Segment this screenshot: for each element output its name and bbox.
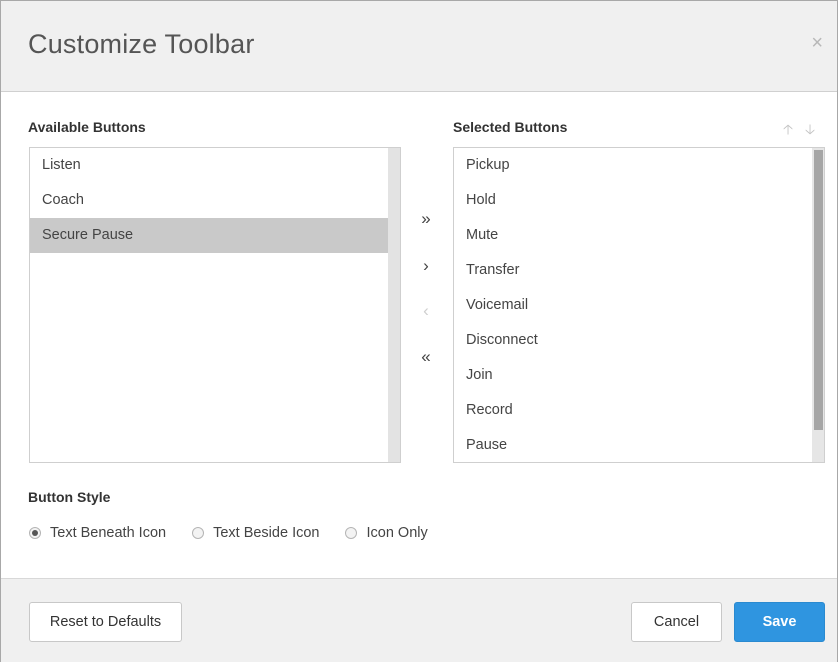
chevron-left-icon[interactable]: ‹ bbox=[415, 301, 437, 321]
list-item-disconnect[interactable]: Disconnect bbox=[454, 323, 824, 358]
cancel-button[interactable]: Cancel bbox=[631, 602, 722, 642]
close-icon[interactable]: × bbox=[811, 33, 823, 53]
available-buttons-label: Available Buttons bbox=[28, 119, 146, 135]
available-buttons-list[interactable]: Listen Coach Secure Pause bbox=[29, 147, 401, 463]
dialog-footer: Reset to Defaults Cancel Save bbox=[1, 578, 837, 662]
double-chevron-right-icon[interactable]: » bbox=[415, 209, 437, 229]
customize-toolbar-dialog: Customize Toolbar × Available Buttons Li… bbox=[0, 0, 838, 662]
list-item-record[interactable]: Record bbox=[454, 393, 824, 428]
list-item-secure-pause[interactable]: Secure Pause bbox=[30, 218, 400, 253]
selected-buttons-list[interactable]: Pickup Hold Mute Transfer Voicemail Disc… bbox=[453, 147, 825, 463]
list-item-coach[interactable]: Coach bbox=[30, 183, 400, 218]
radio-label: Text Beneath Icon bbox=[50, 525, 167, 541]
arrow-down-icon[interactable]: 🡣 bbox=[805, 119, 815, 143]
selected-scroll-thumb[interactable] bbox=[814, 150, 823, 430]
selected-scrollbar[interactable] bbox=[812, 148, 824, 462]
dialog-header: Customize Toolbar × bbox=[1, 1, 837, 92]
dialog-title: Customize Toolbar bbox=[28, 29, 255, 59]
radio-icon-only[interactable]: Icon Only bbox=[345, 525, 428, 541]
list-item-pause[interactable]: Pause bbox=[454, 428, 824, 462]
button-style-options: Text Beneath Icon Text Beside Icon Icon … bbox=[29, 525, 454, 541]
list-item-listen[interactable]: Listen bbox=[30, 148, 400, 183]
available-scrollbar[interactable] bbox=[388, 148, 400, 462]
save-button[interactable]: Save bbox=[734, 602, 825, 642]
radio-label: Icon Only bbox=[366, 525, 428, 541]
selected-buttons-label: Selected Buttons bbox=[453, 119, 568, 135]
arrow-up-icon[interactable]: 🡡 bbox=[783, 119, 793, 143]
list-item-join[interactable]: Join bbox=[454, 358, 824, 393]
double-chevron-left-icon[interactable]: « bbox=[415, 347, 437, 367]
radio-text-beneath-icon[interactable]: Text Beneath Icon bbox=[29, 525, 166, 541]
list-item-transfer[interactable]: Transfer bbox=[454, 253, 824, 288]
chevron-right-icon[interactable]: › bbox=[415, 256, 437, 276]
radio-indicator[interactable] bbox=[29, 527, 41, 539]
radio-indicator[interactable] bbox=[345, 527, 358, 539]
list-item-mute[interactable]: Mute bbox=[454, 218, 824, 253]
radio-text-beside-icon[interactable]: Text Beside Icon bbox=[192, 525, 319, 541]
list-item-voicemail[interactable]: Voicemail bbox=[454, 288, 824, 323]
list-item-pickup[interactable]: Pickup bbox=[454, 148, 824, 183]
list-item-hold[interactable]: Hold bbox=[454, 183, 824, 218]
radio-indicator[interactable] bbox=[192, 527, 205, 539]
radio-label: Text Beside Icon bbox=[213, 525, 320, 541]
button-style-label: Button Style bbox=[28, 489, 111, 505]
reset-to-defaults-button[interactable]: Reset to Defaults bbox=[29, 602, 182, 642]
